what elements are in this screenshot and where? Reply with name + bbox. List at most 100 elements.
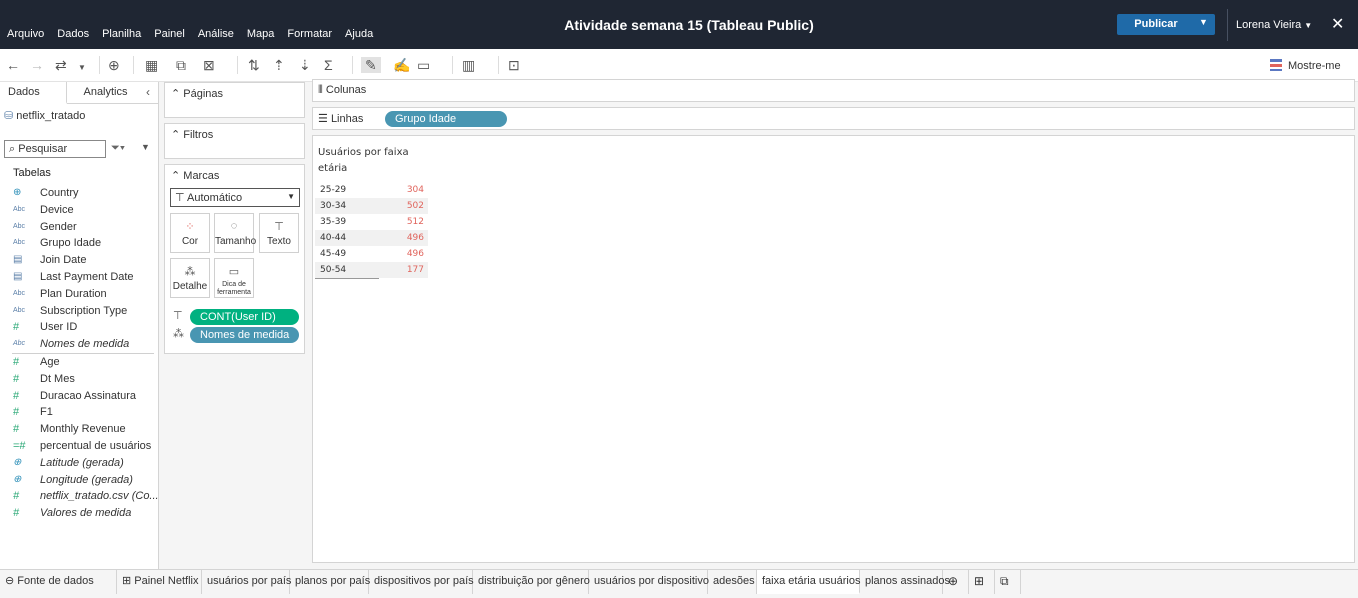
mark-type-dropdown[interactable]: ⊤ Automático ▼ (170, 188, 300, 207)
tab-sheet[interactable]: planos por país (290, 570, 370, 594)
swap-icon[interactable]: ⇅ (248, 57, 260, 73)
filters-card: ⌃ Filtros (164, 123, 305, 159)
size-button[interactable]: ◌ Tamanho (214, 213, 256, 253)
tab-sheet[interactable]: adesões (708, 570, 757, 594)
labels-icon[interactable]: ▥ (462, 57, 475, 73)
pane-menu-icon[interactable]: ▼ (141, 142, 150, 152)
field-item[interactable]: # Valores de medida (0, 505, 158, 522)
field-item[interactable]: Abc Device (0, 202, 158, 219)
datasource-item[interactable]: ⛁ netflix_tratado (4, 109, 85, 122)
marks-card: ⌃ Marcas ⊤ Automático ▼ ⁘ Cor ◌ Tamanho ⊤ Te… (164, 164, 305, 354)
table-row[interactable]: 25-29 304 (315, 182, 428, 198)
publish-button[interactable]: Publicar ▼ (1117, 14, 1215, 35)
tab-datasource[interactable]: ⊖ Fonte de dados (0, 570, 117, 594)
field-item[interactable]: =# percentual de usuários (0, 438, 158, 455)
tab-sheet[interactable]: usuários por país (202, 570, 291, 594)
tab-sheet[interactable]: usuários por dispositivo (589, 570, 709, 594)
detail-button[interactable]: ⁂ Detalhe (170, 258, 210, 298)
field-item[interactable]: Abc Nomes de medida (0, 336, 158, 353)
field-label: Gender (40, 220, 77, 233)
collapse-icon[interactable]: ‹ (146, 85, 150, 99)
sort-ascending-icon[interactable]: ⇡ (273, 57, 285, 73)
new-story-icon[interactable]: ⧉ (995, 570, 1021, 594)
field-label: User ID (40, 321, 78, 334)
field-item[interactable]: Abc Grupo Idade (0, 235, 158, 252)
new-datasource-icon[interactable]: ⊕ (108, 57, 120, 73)
field-item[interactable]: Abc Gender (0, 219, 158, 236)
field-item[interactable]: # F1 (0, 404, 158, 421)
field-item[interactable]: Abc Plan Duration (0, 286, 158, 303)
search-field[interactable]: ⌕ Pesquisar (4, 140, 106, 158)
new-sheet-icon[interactable]: ▦ (145, 57, 158, 73)
field-item[interactable]: # Monthly Revenue (0, 421, 158, 438)
separator (133, 56, 134, 74)
marks-header[interactable]: ⌃ Marcas (171, 169, 219, 182)
tab-dados[interactable]: Dados (0, 82, 67, 104)
color-button[interactable]: ⁘ Cor (170, 213, 210, 253)
field-label: netflix_tratado.csv (Co... (40, 490, 158, 503)
redo-icon[interactable]: → (30, 57, 44, 73)
new-dashboard-icon[interactable]: ⊞ (969, 570, 995, 594)
pages-header[interactable]: ⌃ Páginas (171, 87, 223, 100)
undo-icon[interactable]: ← (6, 57, 20, 73)
table-row[interactable]: 50-54 177 (315, 262, 428, 278)
field-item[interactable]: # User ID (0, 319, 158, 336)
number-type-icon: # (13, 355, 20, 368)
presentation-icon[interactable]: ⊡ (508, 57, 520, 73)
rows-shelf[interactable]: ☰ Linhas Grupo Idade (312, 107, 1355, 130)
view-canvas[interactable]: Usuários por faixa etária 25-29 304 30-34 5… (312, 135, 1355, 563)
clear-sheet-icon[interactable]: ⊠ (203, 57, 215, 73)
totals-icon[interactable]: Σ (324, 57, 333, 73)
text-pill[interactable]: CONT(User ID) (190, 309, 299, 325)
user-menu[interactable]: Lorena Vieira ▼ (1236, 19, 1312, 31)
columns-shelf[interactable]: ⦀ Colunas (312, 79, 1355, 102)
field-label: Longitude (gerada) (40, 473, 133, 486)
tab-sheet[interactable]: faixa etária usuários (757, 570, 860, 594)
table-row[interactable]: 45-49 496 (315, 246, 428, 262)
columns-text: Colunas (325, 84, 367, 96)
replay-icon[interactable]: ⇄ (55, 57, 67, 73)
detail-pill[interactable]: Nomes de medida (190, 327, 299, 343)
table-row[interactable]: 35-39 512 (315, 214, 428, 230)
replay-dropdown-icon[interactable]: ▼ (78, 60, 86, 76)
field-item[interactable]: ▤ Join Date (0, 252, 158, 269)
table-row[interactable]: 40-44 496 (315, 230, 428, 246)
field-label: F1 (40, 406, 53, 419)
rows-pill[interactable]: Grupo Idade (385, 111, 507, 127)
tab-sheet[interactable]: dispositivos por país (369, 570, 474, 594)
field-item[interactable]: # Dt Mes (0, 371, 158, 388)
field-label: Device (40, 203, 74, 216)
columns-icon: ⦀ (318, 84, 323, 96)
duplicate-sheet-icon[interactable]: ⧉ (176, 57, 186, 73)
globe-icon: ⊕ (13, 473, 22, 485)
filters-header[interactable]: ⌃ Filtros (171, 128, 213, 141)
new-worksheet-icon[interactable]: ⊕ (943, 570, 969, 594)
search-placeholder: Pesquisar (18, 143, 68, 155)
field-item[interactable]: Abc Subscription Type (0, 303, 158, 320)
tooltip-button[interactable]: ▭ Dica de ferramenta (214, 258, 254, 298)
sort-descending-icon[interactable]: ⇣ (299, 57, 311, 73)
table-row[interactable]: 30-34 502 (315, 198, 428, 214)
field-item[interactable]: # Duracao Assinatura (0, 388, 158, 405)
field-item[interactable]: ⊕ Longitude (gerada) (0, 472, 158, 489)
text-button[interactable]: ⊤ Texto (259, 213, 299, 253)
filter-icon[interactable]: ⏷▾ (111, 142, 125, 155)
marks-label: Marcas (183, 170, 220, 182)
tab-sheet[interactable]: distribuição por gênero (473, 570, 590, 594)
close-icon[interactable]: ✕ (1331, 14, 1344, 34)
field-item[interactable]: ▤ Last Payment Date (0, 269, 158, 286)
tab-analytics[interactable]: Analytics (68, 86, 143, 98)
field-item[interactable]: ⊕ Latitude (gerada) (0, 455, 158, 472)
field-item[interactable]: # Age (0, 354, 158, 371)
tab-sheet[interactable]: planos assinados (860, 570, 950, 594)
field-item[interactable]: # netflix_tratado.csv (Co... (0, 488, 158, 505)
annotate-icon[interactable]: ✍ (393, 57, 410, 73)
fit-icon[interactable]: ▭ (417, 57, 430, 73)
chevron-down-icon[interactable]: ▼ (1199, 17, 1208, 27)
highlight-icon[interactable]: ✎ (361, 57, 381, 73)
field-item[interactable]: ⊕ Country (0, 185, 158, 202)
text-encoding-icon: ⊤ (173, 310, 183, 322)
field-label: Monthly Revenue (40, 423, 126, 436)
tab-dashboard[interactable]: ⊞ Painel Netflix (117, 570, 202, 594)
show-me-button[interactable]: Mostre-me (1270, 59, 1341, 72)
